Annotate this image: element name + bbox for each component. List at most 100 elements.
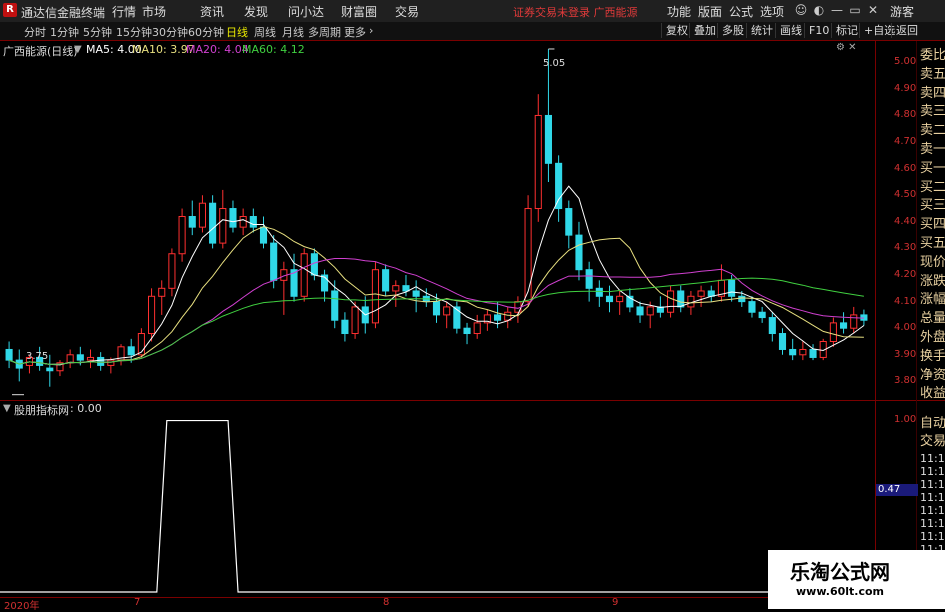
chevron-down-icon[interactable]: ▼: [74, 44, 82, 55]
menu-wealth[interactable]: 财富圈: [341, 3, 377, 20]
pane-settings-icon[interactable]: ⚙ ✕: [836, 42, 857, 53]
tick-time: 11:11: [920, 504, 945, 517]
price-tick-label: 4.40: [894, 215, 917, 227]
candle: [382, 264, 390, 297]
quote-field-label: 委比: [920, 48, 945, 63]
trade-login-notice[interactable]: 证券交易未登录 广西能源: [513, 4, 638, 20]
candle: [585, 261, 593, 302]
axis-divider: [875, 41, 876, 598]
overlay-button[interactable]: 叠加: [689, 23, 720, 38]
maximize-icon[interactable]: ▭: [847, 2, 863, 18]
period-monthly[interactable]: 月线: [282, 24, 304, 40]
menu-trade[interactable]: 交易: [395, 3, 419, 20]
menu-layout[interactable]: 版面: [698, 3, 722, 20]
menu-quotes[interactable]: 行情: [112, 3, 136, 20]
quote-field-label: 收益: [920, 386, 945, 402]
adjust-button[interactable]: 复权: [661, 23, 692, 38]
price-tick-label: 4.60: [894, 162, 917, 174]
candle: [371, 261, 379, 329]
stats-button[interactable]: 统计: [746, 23, 777, 38]
period-15m[interactable]: 15分钟: [116, 24, 152, 40]
candle: [616, 290, 624, 315]
menu-options[interactable]: 选项: [760, 3, 784, 20]
quote-field-label: 买五: [920, 236, 945, 251]
back-button[interactable]: 返回: [891, 23, 922, 38]
period-more[interactable]: 更多: [344, 24, 366, 40]
support-icon[interactable]: ☺: [793, 2, 809, 18]
quote-field-label: 买一: [920, 160, 945, 176]
price-tick-label: 4.20: [894, 269, 917, 280]
candle: [697, 285, 705, 307]
candle: [148, 288, 156, 342]
candle: [443, 301, 451, 329]
quote-field-label: 卖三: [920, 104, 945, 120]
ma60-legend: MA60: 4.12: [242, 43, 305, 56]
menu-news[interactable]: 资讯: [200, 3, 224, 20]
price-chart[interactable]: [0, 41, 875, 400]
candle: [341, 312, 349, 342]
trade-panel-label[interactable]: 自动: [920, 412, 945, 431]
date-label-year: 2020年: [4, 601, 40, 612]
candle: [667, 285, 675, 318]
candle: [453, 301, 461, 334]
indicator-chart[interactable]: [0, 402, 875, 598]
mark-button[interactable]: 标记: [831, 23, 862, 38]
candle: [809, 344, 817, 361]
quote-field-label: 换手: [920, 348, 945, 364]
menu-formula[interactable]: 公式: [729, 3, 753, 20]
chevron-down-icon[interactable]: ▼: [3, 403, 11, 414]
trade-panel-label[interactable]: 交易: [920, 430, 945, 449]
multi-stock-button[interactable]: 多股: [717, 23, 748, 38]
menu-discover[interactable]: 发现: [244, 3, 268, 20]
skin-icon[interactable]: ◐: [811, 2, 827, 18]
menu-ask[interactable]: 问小达: [288, 3, 324, 20]
candle: [534, 94, 542, 222]
period-weekly[interactable]: 周线: [254, 24, 276, 40]
chevron-right-icon[interactable]: ›: [369, 24, 373, 37]
user-button[interactable]: 游客: [890, 3, 914, 20]
period-multi[interactable]: 多周期: [308, 24, 341, 40]
candle: [198, 195, 206, 233]
period-60m[interactable]: 60分钟: [188, 24, 224, 40]
quote-field-label: 卖五: [920, 66, 945, 82]
close-icon[interactable]: ✕: [865, 2, 881, 18]
period-30m[interactable]: 30分钟: [152, 24, 188, 40]
candle: [66, 349, 74, 369]
quote-field-label: 总量: [920, 311, 945, 327]
candle: [626, 288, 634, 313]
candle: [829, 317, 837, 347]
tick-time: 11:10: [920, 452, 945, 465]
quote-field-label: 买四: [920, 217, 945, 233]
price-tick-label: 4.30: [894, 242, 917, 254]
bottom-axis-line: [0, 597, 875, 598]
candle: [748, 296, 756, 318]
candle: [422, 288, 430, 307]
price-tick-label: 4.10: [894, 295, 917, 307]
candle: [778, 328, 787, 355]
menu-market[interactable]: 市场: [142, 3, 166, 20]
menu-function[interactable]: 功能: [667, 3, 691, 20]
pane-divider[interactable]: [0, 400, 945, 401]
side-divider: [916, 41, 917, 598]
period-tick[interactable]: 分时: [24, 24, 46, 40]
draw-button[interactable]: 画线: [775, 23, 806, 38]
f10-button[interactable]: F10: [804, 23, 833, 38]
tick-time: 11:10: [920, 465, 945, 478]
price-tick-label: 4.80: [894, 109, 917, 121]
app-logo: R: [3, 3, 17, 17]
candle: [789, 338, 797, 361]
candle: [575, 221, 583, 281]
tick-time: 11:11: [920, 517, 945, 530]
candle: [321, 269, 329, 302]
period-1m[interactable]: 1分钟: [50, 24, 79, 40]
candle: [483, 309, 491, 331]
minimize-icon[interactable]: —: [829, 2, 845, 18]
indicator-value: : 0.00: [70, 402, 102, 415]
price-tick-label: 5.00: [894, 56, 917, 68]
period-5m[interactable]: 5分钟: [83, 24, 112, 40]
period-daily[interactable]: 日线: [226, 24, 248, 40]
candle: [56, 360, 64, 377]
candle: [636, 301, 644, 323]
quote-field-label: 卖四: [920, 85, 945, 101]
candle: [188, 200, 196, 236]
